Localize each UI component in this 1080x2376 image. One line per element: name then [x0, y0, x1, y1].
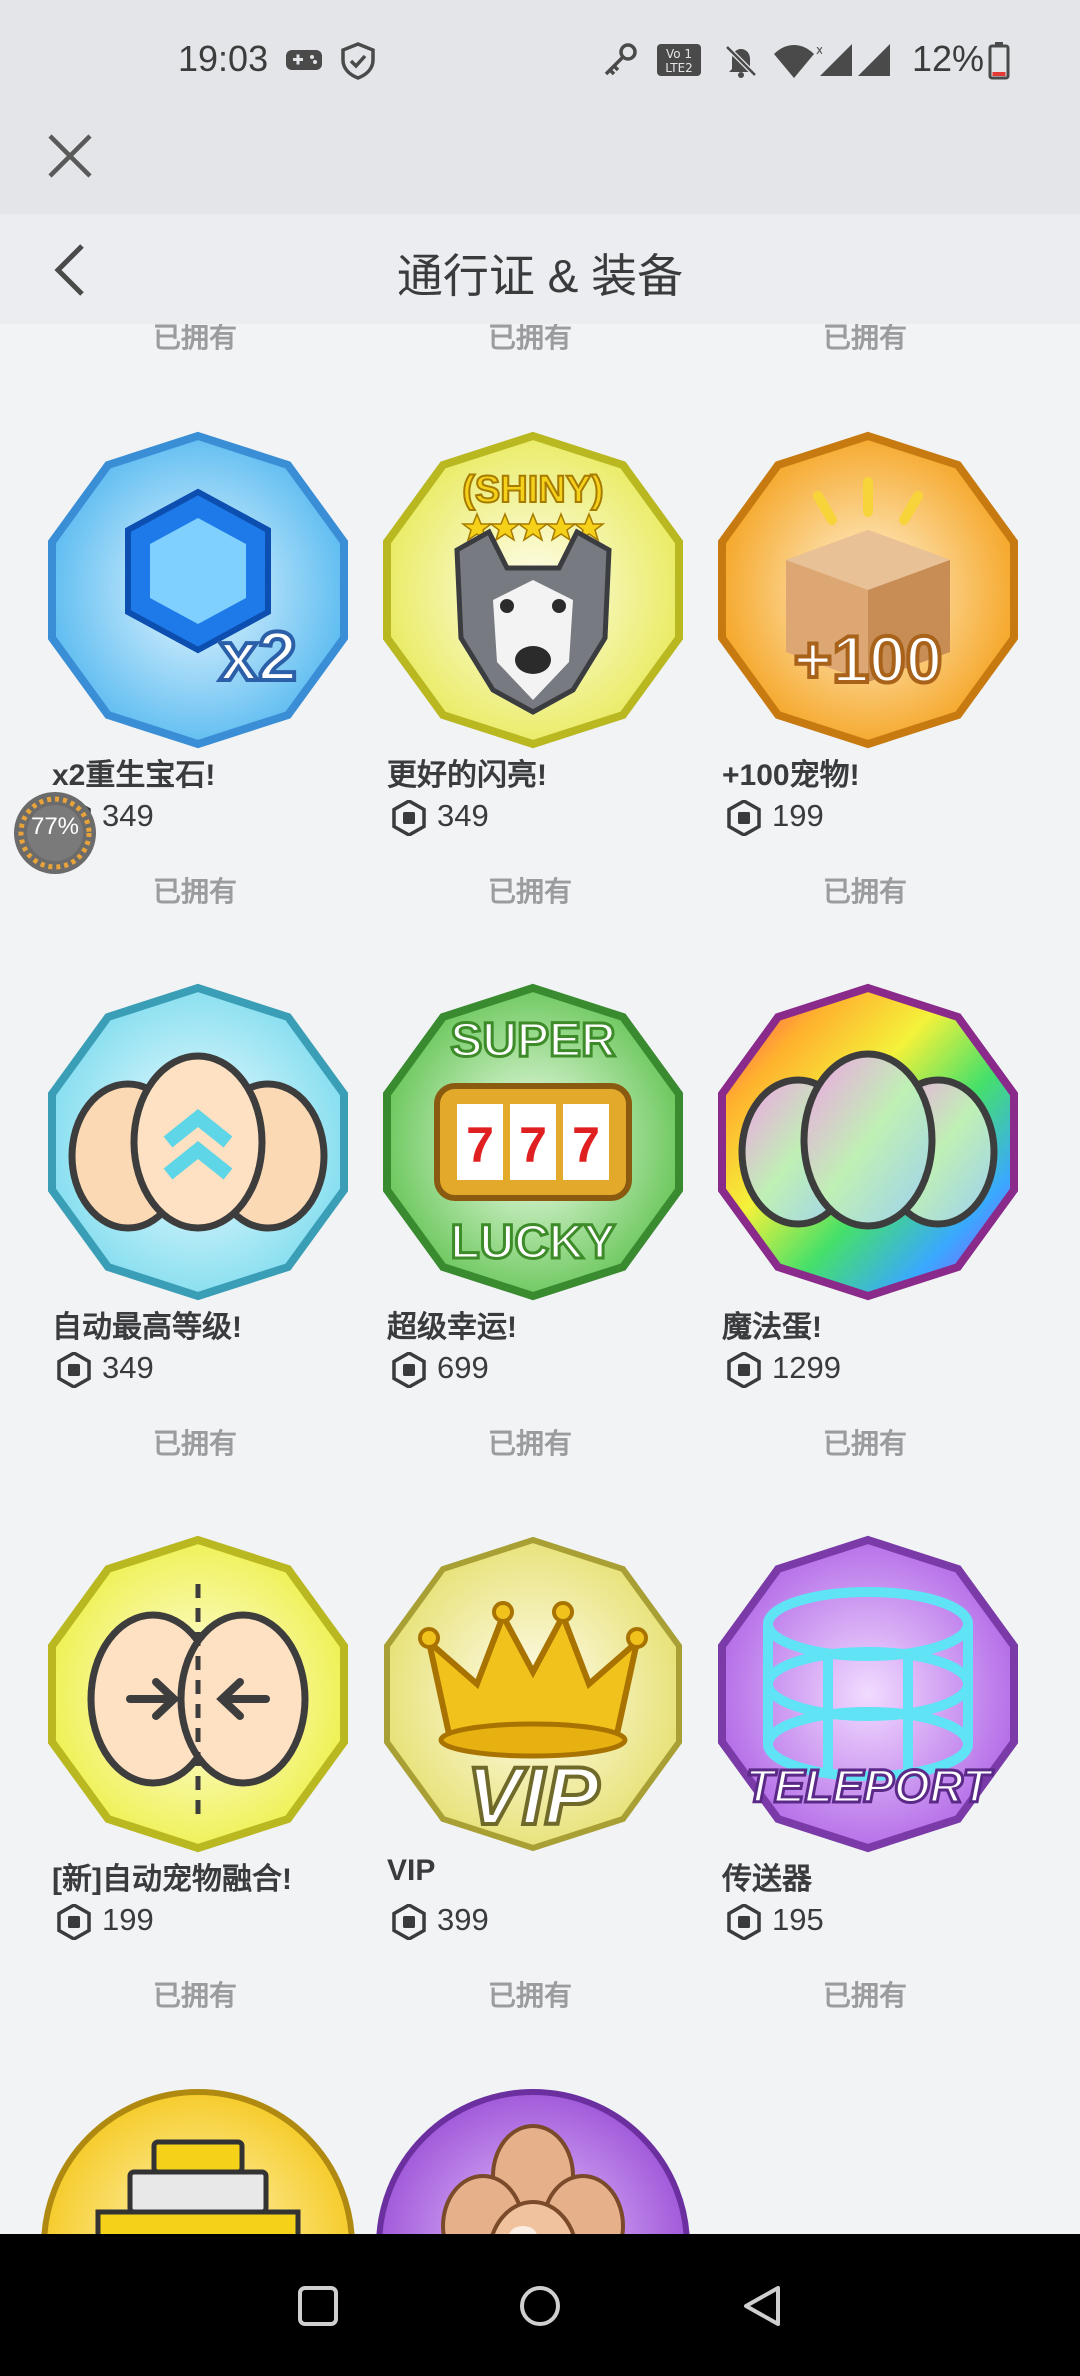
item-name[interactable]: +100宠物!: [722, 750, 860, 794]
price: 399: [437, 1902, 489, 1937]
page-title: 通行证 & 装备: [396, 250, 684, 302]
owned-label: 已拥有: [152, 1428, 237, 1459]
shield-icon: [341, 42, 375, 80]
art-label-seven: 7: [572, 1117, 600, 1173]
status-time: 19:03: [178, 38, 269, 79]
volte-icon: Vo 1 LTE2: [657, 44, 701, 76]
owned-label: 已拥有: [487, 324, 572, 353]
art-label-teleport: TELEPORT: [746, 1760, 994, 1812]
item-icon-shiny-dog[interactable]: (SHINY): [373, 430, 693, 750]
owned-label: 已拥有: [152, 1980, 237, 2011]
item-icon-egg-fusion[interactable]: [38, 1534, 358, 1854]
price: 195: [772, 1902, 824, 1937]
item-icon-vip-crown[interactable]: VIP: [373, 1534, 693, 1854]
price: 349: [102, 798, 154, 833]
gamepass-grid: 已拥有 已拥有 已拥有 x2 (SHINY) +100 x2重生宝石! 更好的闪…: [0, 324, 1080, 2234]
owned-label: 已拥有: [822, 1980, 907, 2011]
item-name[interactable]: 自动最高等级!: [52, 1302, 242, 1346]
owned-label: 已拥有: [822, 324, 907, 353]
robux-icon: [727, 1352, 761, 1388]
owned-label: 已拥有: [822, 876, 907, 907]
art-label-x2: x2: [219, 617, 297, 695]
price: 1299: [772, 1350, 841, 1385]
item-name[interactable]: 传送器: [722, 1854, 812, 1898]
close-icon[interactable]: [44, 130, 96, 182]
art-label-super: SUPER: [450, 1014, 615, 1067]
item-icon-eggs-up[interactable]: [38, 982, 358, 1302]
owned-label: 已拥有: [487, 1980, 572, 2011]
battery-icon: [988, 42, 1010, 80]
status-bar: 19:03 Vo 1 LTE2 x 12%: [0, 0, 1080, 122]
owned-label: 已拥有: [152, 324, 237, 353]
price: 349: [102, 1350, 154, 1385]
price: 199: [102, 1902, 154, 1937]
price: 699: [437, 1350, 489, 1385]
svg-text:LTE2: LTE2: [665, 61, 693, 75]
gamepad-icon: [286, 50, 322, 70]
item-icon-rainbow-eggs[interactable]: [708, 982, 1028, 1302]
art-label-plus100: +100: [794, 622, 943, 696]
owned-label: 已拥有: [152, 876, 237, 907]
robux-icon: [392, 1352, 426, 1388]
art-label-shiny: (SHINY): [462, 469, 603, 511]
recent-apps-icon[interactable]: [296, 2284, 340, 2328]
home-icon[interactable]: [518, 2284, 562, 2328]
svg-text:Vo 1: Vo 1: [666, 47, 692, 61]
art-label-vip: VIP: [467, 1751, 599, 1842]
robux-icon: [392, 800, 426, 836]
item-name[interactable]: 更好的闪亮!: [387, 750, 547, 794]
item-name[interactable]: 魔法蛋!: [722, 1302, 822, 1346]
item-name[interactable]: [新]自动宠物融合!: [52, 1854, 292, 1898]
owned-label: 已拥有: [487, 1428, 572, 1459]
owned-label: 已拥有: [822, 1428, 907, 1459]
price: 349: [437, 798, 489, 833]
battery-percent: 12%: [912, 38, 985, 79]
art-label-seven: 7: [519, 1117, 547, 1173]
art-label-lucky: LUCKY: [450, 1216, 615, 1269]
item-icon-box-plus100[interactable]: +100: [708, 430, 1028, 750]
item-name[interactable]: x2重生宝石!: [52, 750, 215, 794]
robux-icon: [727, 1904, 761, 1940]
floating-badge-label: 77%: [30, 813, 80, 840]
item-icon-egg-pile[interactable]: [373, 2086, 693, 2234]
robux-icon: [392, 1904, 426, 1940]
item-name[interactable]: VIP: [387, 1854, 435, 1888]
item-name[interactable]: 超级幸运!: [387, 1302, 517, 1346]
webview-top-bar: [0, 122, 1080, 214]
item-icon-gem-x2[interactable]: x2: [38, 430, 358, 750]
bell-off-icon: [725, 45, 757, 78]
art-label-seven: 7: [466, 1117, 494, 1173]
item-icon-teleport[interactable]: TELEPORT: [708, 1534, 1028, 1854]
robux-icon: [727, 800, 761, 836]
signal-icon: [858, 44, 890, 76]
price: 199: [772, 798, 824, 833]
key-icon: [604, 43, 637, 76]
back-nav-icon[interactable]: [740, 2284, 784, 2328]
owned-label: 已拥有: [487, 876, 572, 907]
wifi-icon: x: [774, 43, 822, 78]
item-icon-super-lucky[interactable]: SUPER 7 7 7 LUCKY: [373, 982, 693, 1302]
robux-icon: [57, 1352, 91, 1388]
item-icon-robot[interactable]: [38, 2086, 358, 2234]
signal-icon: [820, 44, 852, 76]
robux-icon: [57, 1904, 91, 1940]
